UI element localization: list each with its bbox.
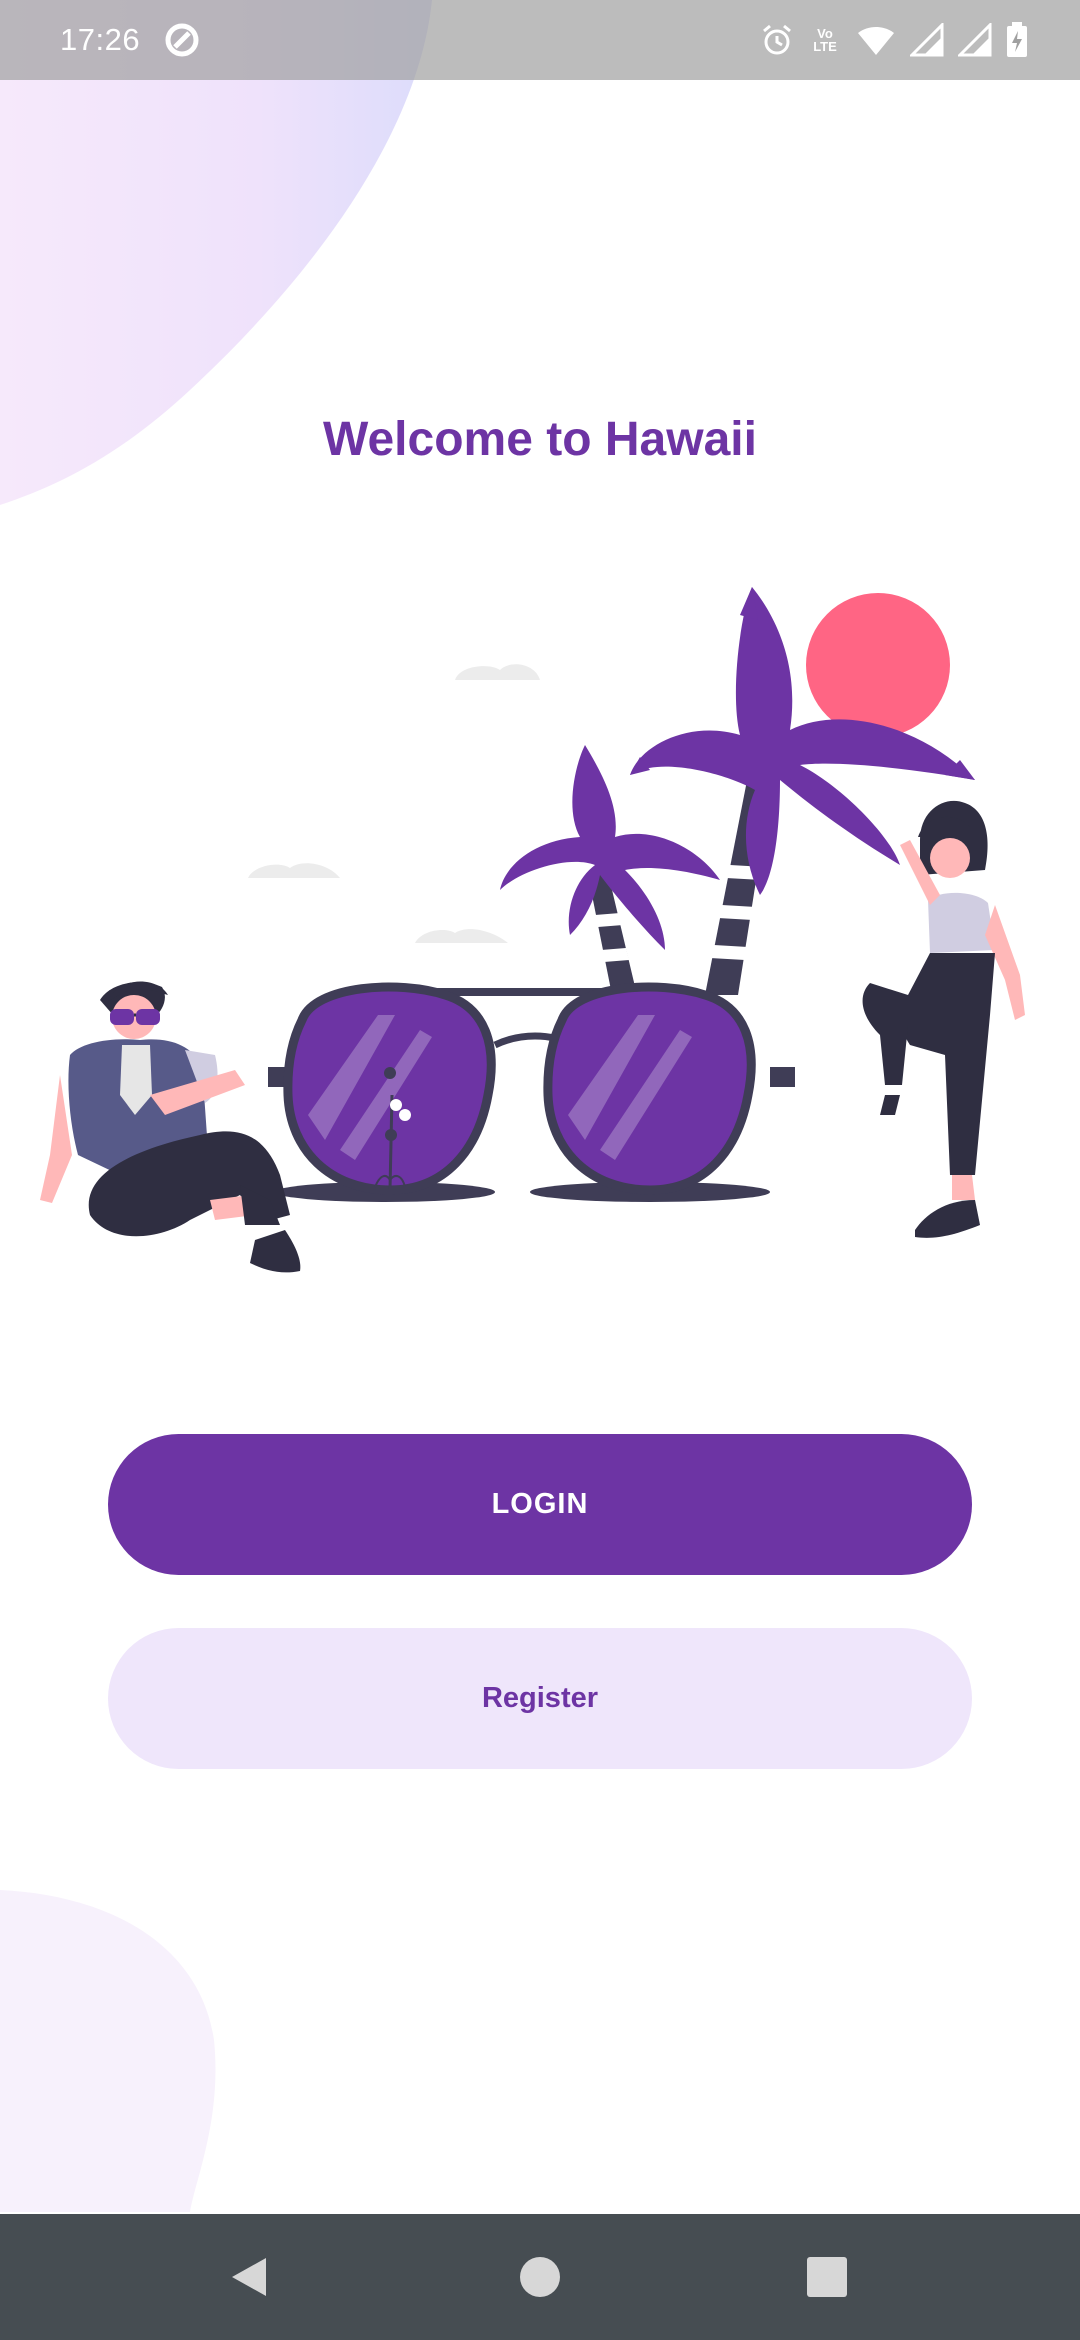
volte-icon: Vo LTE — [808, 27, 842, 53]
recents-icon[interactable] — [804, 2254, 850, 2300]
bottom-decorative-blob — [0, 1890, 216, 2212]
data-saver-icon — [165, 23, 199, 57]
wifi-icon — [858, 27, 894, 55]
alarm-icon — [763, 24, 791, 55]
home-icon[interactable] — [517, 2254, 563, 2300]
lte-label: LTE — [813, 39, 837, 54]
signal-icon — [910, 23, 944, 57]
page-title: Welcome to Hawaii — [323, 413, 757, 466]
hawaii-beach-illustration — [40, 587, 1025, 1273]
status-bar: 17:26 Vo LTE — [0, 0, 1080, 80]
signal-icon — [958, 23, 992, 57]
back-icon[interactable] — [226, 2254, 272, 2300]
battery-charging-icon — [1007, 22, 1027, 57]
register-button[interactable]: Register — [108, 1628, 972, 1769]
navigation-bar — [0, 2214, 1080, 2340]
login-button[interactable]: LOGIN — [108, 1434, 972, 1575]
status-time: 17:26 — [60, 22, 141, 57]
